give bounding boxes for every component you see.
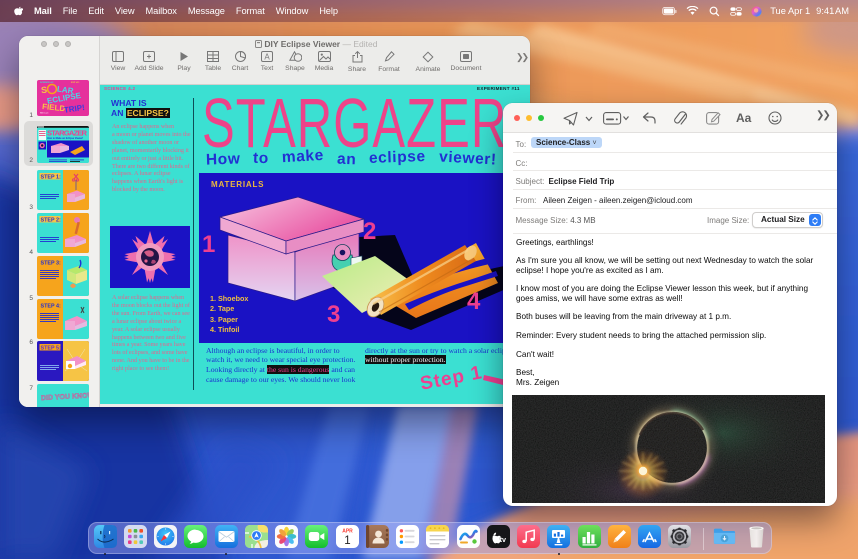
svg-text:TRIP!: TRIP! (63, 103, 85, 115)
svg-text:STEP 4:: STEP 4: (41, 303, 61, 309)
svg-text:3: 3 (327, 301, 340, 328)
svg-text:tv: tv (499, 534, 505, 543)
svg-text:DID YOU KNOW: DID YOU KNOW (41, 392, 89, 402)
svg-text:1: 1 (202, 231, 215, 258)
svg-text:STEP 3:: STEP 3: (41, 260, 61, 266)
svg-text:APR: APR (342, 528, 353, 534)
svg-text:SCIENCE 4.2: SCIENCE 4.2 (40, 81, 54, 84)
svg-text:EXP #11: EXP #11 (71, 82, 80, 84)
svg-text:STEP 5:: STEP 5: (41, 345, 61, 351)
svg-text:1: 1 (344, 535, 350, 547)
svg-text:With Love: With Love (40, 112, 48, 115)
svg-text:2: 2 (363, 218, 376, 245)
svg-text:A: A (264, 52, 270, 61)
svg-text:STEP 2:: STEP 2: (41, 217, 61, 223)
svg-text:How to Make an Eclipse Viewer!: How to Make an Eclipse Viewer! (47, 137, 83, 140)
svg-text:STEP 1:: STEP 1: (41, 174, 61, 180)
svg-text:4: 4 (467, 288, 481, 315)
svg-text:S: S (40, 85, 47, 96)
